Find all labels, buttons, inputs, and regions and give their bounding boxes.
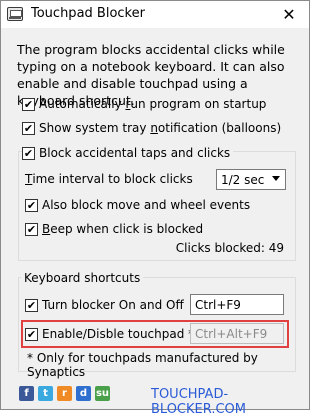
enable-touchpad-option[interactable]: Enable/Disble touchpad * — [25, 327, 194, 341]
enable-touchpad-hotkey-field[interactable]: Ctrl+Alt+F9 — [190, 323, 284, 344]
enable-touchpad-checkbox[interactable] — [25, 327, 38, 341]
interval-value: 1/2 sec — [221, 172, 265, 187]
beep-checkbox[interactable] — [25, 222, 38, 236]
block-taps-option[interactable]: Block accidental taps and clicks — [22, 146, 234, 160]
enable-touchpad-label: Enable/Disble touchpad * — [42, 327, 195, 341]
tray-notification-label: Show system tray notification (balloons) — [39, 121, 282, 135]
tray-notification-option[interactable]: Show system tray notification (balloons) — [22, 121, 281, 135]
turn-blocker-hotkey-field[interactable]: Ctrl+F9 — [190, 294, 284, 315]
turn-blocker-label: Turn blocker On and Off — [42, 298, 184, 312]
rss-icon[interactable]: r — [57, 386, 72, 401]
block-taps-label: Block accidental taps and clicks — [39, 146, 231, 160]
stumbleupon-icon[interactable]: su — [95, 386, 110, 401]
autorun-label: Automatically run program on startup — [39, 97, 267, 111]
autorun-option[interactable]: Automatically run program on startup — [22, 97, 266, 111]
synaptics-footnote: * Only for touchpads manufactured by Syn… — [27, 351, 258, 379]
clicks-blocked-counter: Clicks blocked: 49 — [175, 241, 284, 255]
interval-select[interactable]: 1/2 sec — [216, 169, 286, 190]
app-window: Touchpad Blocker ✕ The program blocks ac… — [0, 0, 310, 417]
close-button[interactable]: ✕ — [269, 1, 309, 28]
turn-blocker-option[interactable]: Turn blocker On and Off — [25, 298, 184, 312]
chevron-down-icon[interactable] — [272, 176, 280, 181]
block-move-option[interactable]: Also block move and wheel events — [25, 198, 250, 212]
block-move-checkbox[interactable] — [25, 198, 38, 212]
tray-notification-checkbox[interactable] — [22, 121, 35, 135]
twitter-icon[interactable]: t — [38, 386, 53, 401]
keyboard-shortcuts-heading: Keyboard shortcuts — [21, 271, 144, 285]
delicious-icon[interactable]: d — [76, 386, 91, 401]
window-title: Touchpad Blocker — [31, 6, 145, 21]
autorun-checkbox[interactable] — [22, 97, 35, 111]
turn-blocker-checkbox[interactable] — [25, 298, 38, 312]
block-move-label: Also block move and wheel events — [42, 198, 251, 212]
beep-option[interactable]: Beep when click is blocked — [25, 222, 203, 236]
touchpad-icon — [7, 7, 23, 21]
facebook-icon[interactable]: f — [19, 386, 34, 401]
beep-label: Beep when click is blocked — [42, 222, 204, 236]
title-bar: Touchpad Blocker ✕ — [1, 1, 309, 28]
website-link[interactable]: TOUCHPAD-BLOCKER.COM — [151, 387, 309, 417]
block-taps-checkbox[interactable] — [22, 146, 35, 160]
interval-label: Time interval to block clicks — [25, 172, 193, 186]
